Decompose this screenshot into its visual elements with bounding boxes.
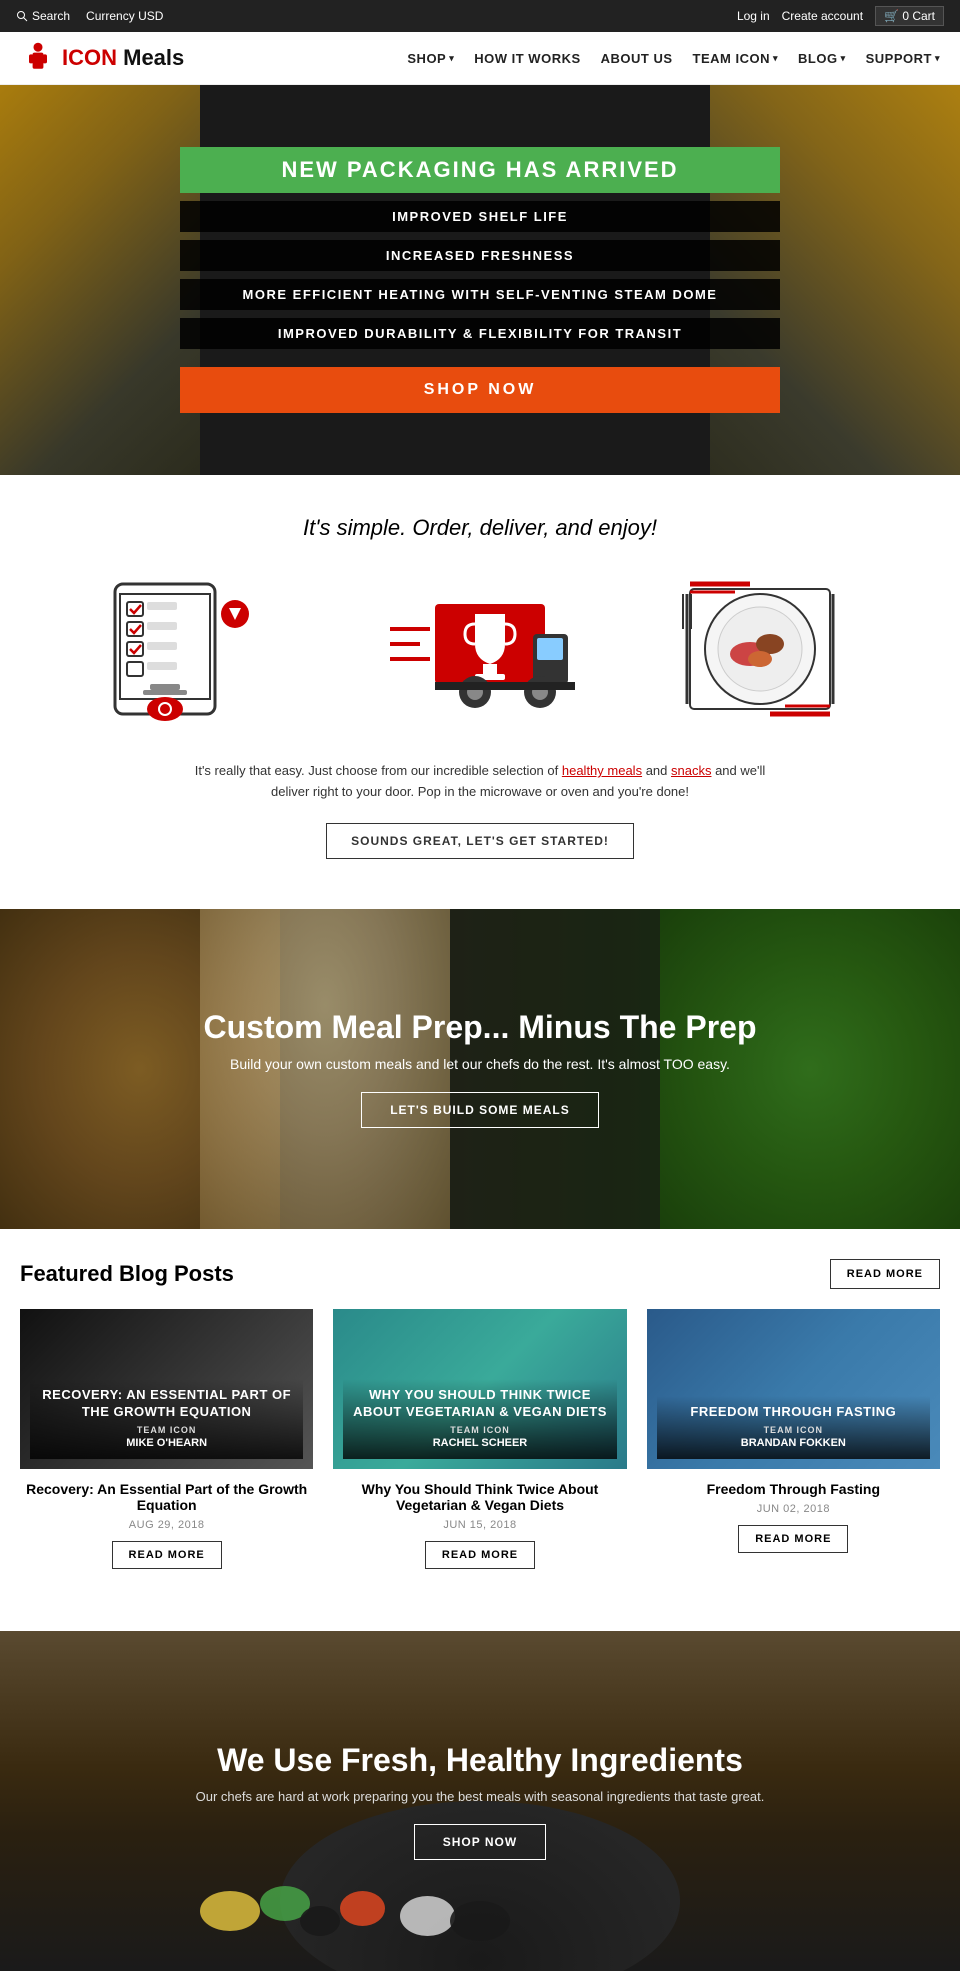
blog-card-2-overlay: FREEDOM THROUGH FASTING TEAM ICON BRANDA… xyxy=(657,1396,930,1459)
custom-meal-subtext: Build your own custom meals and let our … xyxy=(204,1056,757,1072)
login-link[interactable]: Log in xyxy=(737,9,770,23)
hero-banner: NEW PACKAGING HAS ARRIVED IMPROVED SHELF… xyxy=(0,85,960,475)
cart-button[interactable]: 🛒 0 Cart xyxy=(875,6,944,26)
blog-card-1-body: Why You Should Think Twice About Vegetar… xyxy=(333,1469,626,1581)
nav-team-icon[interactable]: TEAM ICON ▾ xyxy=(693,51,778,66)
logo-text: ICON Meals xyxy=(62,45,184,71)
order-icon-svg xyxy=(105,574,295,729)
blog-section: Featured Blog Posts READ MORE RECOVERY: … xyxy=(0,1229,960,1611)
blog-card-0: RECOVERY: AN ESSENTIAL PART OF THE GROWT… xyxy=(20,1309,313,1581)
blog-card-0-date: AUG 29, 2018 xyxy=(20,1519,313,1531)
blog-card-0-overlay: RECOVERY: AN ESSENTIAL PART OF THE GROWT… xyxy=(30,1379,303,1459)
step-enjoy xyxy=(640,571,880,731)
blog-card-1-overlay-title: WHY YOU SHOULD THINK TWICE ABOUT VEGETAR… xyxy=(351,1387,608,1421)
nav-support[interactable]: SUPPORT ▾ xyxy=(866,51,940,66)
blog-card-1-date: JUN 15, 2018 xyxy=(333,1519,626,1531)
blog-card-2-read-more-button[interactable]: READ MORE xyxy=(738,1525,848,1553)
hero-feature-2: INCREASED FRESHNESS xyxy=(180,240,780,271)
step-order xyxy=(80,571,320,731)
snacks-link[interactable]: snacks xyxy=(671,763,711,778)
custom-meal-section: Custom Meal Prep... Minus The Prep Build… xyxy=(0,909,960,1229)
nav-about-us[interactable]: ABOUT US xyxy=(601,51,673,66)
healthy-meals-link[interactable]: healthy meals xyxy=(562,763,642,778)
hero-content: NEW PACKAGING HAS ARRIVED IMPROVED SHELF… xyxy=(180,147,780,413)
blog-card-0-image: RECOVERY: AN ESSENTIAL PART OF THE GROWT… xyxy=(20,1309,313,1469)
top-bar-right: Log in Create account 🛒 0 Cart xyxy=(737,6,944,26)
custom-meal-heading: Custom Meal Prep... Minus The Prep xyxy=(204,1009,757,1046)
top-bar: Search Currency USD Log in Create accoun… xyxy=(0,0,960,32)
cart-count: 0 Cart xyxy=(902,9,935,23)
hero-title: NEW PACKAGING HAS ARRIVED xyxy=(180,147,780,193)
blog-card-1-image: WHY YOU SHOULD THINK TWICE ABOUT VEGETAR… xyxy=(333,1309,626,1469)
hero-feature-3: MORE EFFICIENT HEATING WITH SELF-VENTING… xyxy=(180,279,780,310)
search-icon xyxy=(16,10,28,22)
blog-card-1-overlay: WHY YOU SHOULD THINK TWICE ABOUT VEGETAR… xyxy=(343,1379,616,1459)
blog-header: Featured Blog Posts READ MORE xyxy=(20,1259,940,1289)
blog-cards: RECOVERY: AN ESSENTIAL PART OF THE GROWT… xyxy=(20,1309,940,1581)
currency-label: Currency xyxy=(86,9,135,23)
blog-card-2-date: JUN 02, 2018 xyxy=(647,1503,940,1515)
fresh-ingredients-section: We Use Fresh, Healthy Ingredients Our ch… xyxy=(0,1631,960,1971)
custom-meal-content: Custom Meal Prep... Minus The Prep Build… xyxy=(204,1009,757,1128)
blog-card-2-team-label: TEAM ICON xyxy=(665,1425,922,1437)
blog-card-2-image: FREEDOM THROUGH FASTING TEAM ICON BRANDA… xyxy=(647,1309,940,1469)
fresh-subtext: Our chefs are hard at work preparing you… xyxy=(196,1789,765,1804)
step-deliver-icon xyxy=(380,571,580,731)
blog-card-0-body: Recovery: An Essential Part of the Growt… xyxy=(20,1469,313,1581)
search-button[interactable]: Search xyxy=(16,9,70,23)
blog-card-0-title: Recovery: An Essential Part of the Growt… xyxy=(20,1481,313,1513)
hero-feature-4: IMPROVED DURABILITY & FLEXIBILITY FOR TR… xyxy=(180,318,780,349)
blog-card-2: FREEDOM THROUGH FASTING TEAM ICON BRANDA… xyxy=(647,1309,940,1581)
step-enjoy-icon xyxy=(660,571,860,731)
get-started-button[interactable]: SOUNDS GREAT, LET'S GET STARTED! xyxy=(326,823,634,859)
nav-blog[interactable]: BLOG ▾ xyxy=(798,51,846,66)
hero-feature-1: IMPROVED SHELF LIFE xyxy=(180,201,780,232)
blog-card-1-title: Why You Should Think Twice About Vegetar… xyxy=(333,1481,626,1513)
fresh-heading: We Use Fresh, Healthy Ingredients xyxy=(196,1742,765,1779)
header: ICON Meals SHOP ▾ HOW IT WORKS ABOUT US … xyxy=(0,32,960,85)
chevron-down-icon: ▾ xyxy=(935,53,940,64)
how-it-works-heading: It's simple. Order, deliver, and enjoy! xyxy=(20,515,940,541)
blog-card-0-read-more-button[interactable]: READ MORE xyxy=(112,1541,222,1569)
nav-how-it-works[interactable]: HOW IT WORKS xyxy=(474,51,580,66)
blog-card-1-team-label: TEAM ICON xyxy=(351,1425,608,1437)
how-it-works-section: It's simple. Order, deliver, and enjoy! xyxy=(0,475,960,909)
blog-card-0-author: MIKE O'HEARN xyxy=(38,1436,295,1450)
logo-icon xyxy=(20,40,56,76)
fresh-shop-now-button[interactable]: SHOP NOW xyxy=(414,1824,546,1860)
main-nav: SHOP ▾ HOW IT WORKS ABOUT US TEAM ICON ▾… xyxy=(407,51,940,66)
blog-card-2-title: Freedom Through Fasting xyxy=(647,1481,940,1497)
logo-link[interactable]: ICON Meals xyxy=(20,40,184,76)
blog-card-2-author: BRANDAN FOKKEN xyxy=(665,1436,922,1450)
blog-card-1-author: RACHEL SCHEER xyxy=(351,1436,608,1450)
fresh-content: We Use Fresh, Healthy Ingredients Our ch… xyxy=(196,1742,765,1860)
blog-card-1-read-more-button[interactable]: READ MORE xyxy=(425,1541,535,1569)
blog-card-2-overlay-title: FREEDOM THROUGH FASTING xyxy=(665,1404,922,1421)
chevron-down-icon: ▾ xyxy=(449,53,454,64)
chevron-down-icon: ▾ xyxy=(841,53,846,64)
blog-card-0-overlay-title: RECOVERY: AN ESSENTIAL PART OF THE GROWT… xyxy=(38,1387,295,1421)
deliver-icon-svg xyxy=(385,574,575,729)
read-more-all-button[interactable]: READ MORE xyxy=(830,1259,940,1289)
step-deliver xyxy=(360,571,600,731)
blog-card-1: WHY YOU SHOULD THINK TWICE ABOUT VEGETAR… xyxy=(333,1309,626,1581)
how-it-works-description: It's really that easy. Just choose from … xyxy=(180,761,780,803)
chevron-down-icon: ▾ xyxy=(773,53,778,64)
blog-heading: Featured Blog Posts xyxy=(20,1261,234,1287)
currency-selector[interactable]: Currency USD xyxy=(86,9,163,23)
step-order-icon xyxy=(100,571,300,731)
currency-value: USD xyxy=(138,9,163,23)
top-bar-left: Search Currency USD xyxy=(16,9,163,23)
create-account-link[interactable]: Create account xyxy=(782,9,863,23)
search-label: Search xyxy=(32,9,70,23)
blog-card-2-body: Freedom Through Fasting JUN 02, 2018 REA… xyxy=(647,1469,940,1565)
build-meals-button[interactable]: LET'S BUILD SOME MEALS xyxy=(361,1092,599,1128)
nav-shop[interactable]: SHOP ▾ xyxy=(407,51,454,66)
hero-shop-now-button[interactable]: SHOP NOW xyxy=(180,367,780,413)
steps-container xyxy=(20,571,940,731)
blog-card-0-team-label: TEAM ICON xyxy=(38,1425,295,1437)
enjoy-icon-svg xyxy=(665,574,855,729)
